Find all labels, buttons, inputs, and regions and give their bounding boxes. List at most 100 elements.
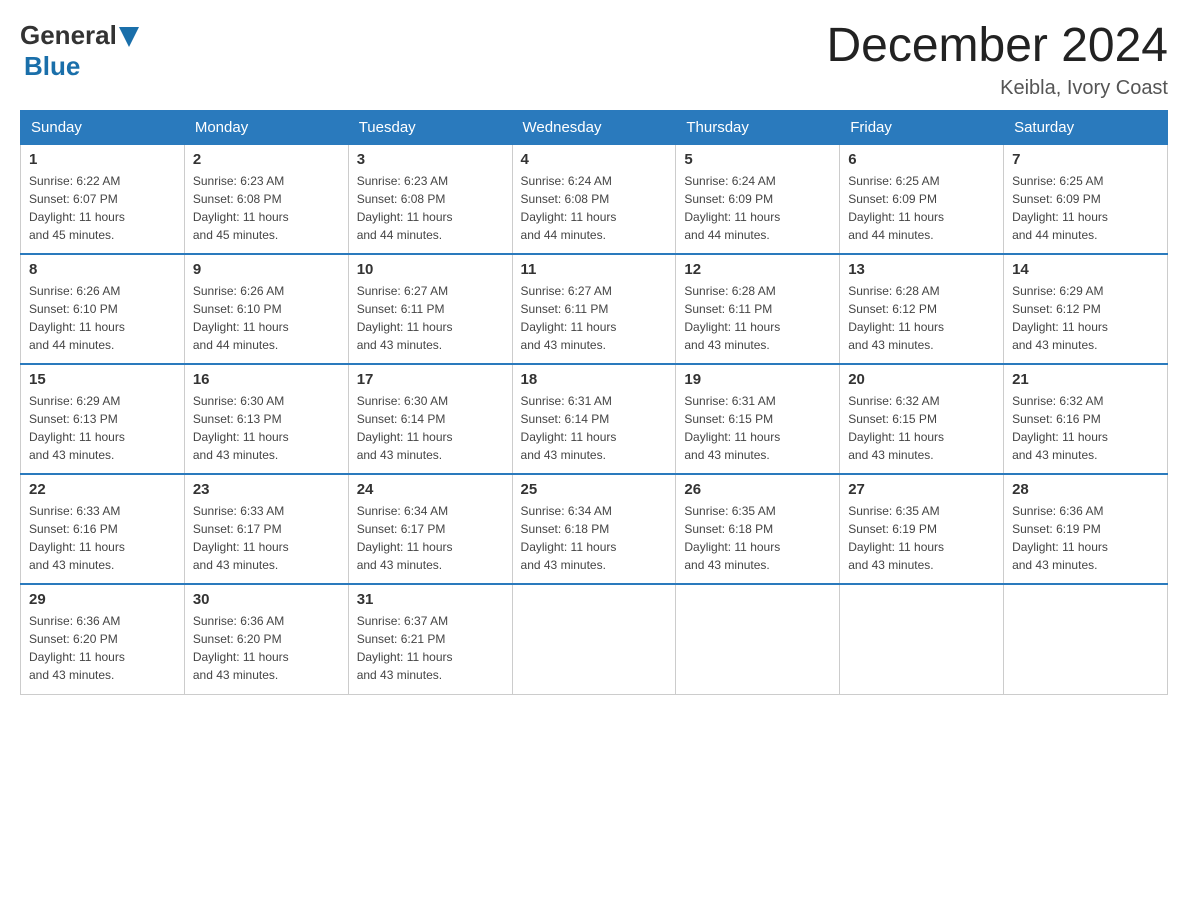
calendar-cell: 22Sunrise: 6:33 AMSunset: 6:16 PMDayligh…	[21, 474, 185, 584]
day-number: 19	[684, 371, 831, 388]
week-row-2: 8 Sunrise: 6:26 AMSunset: 6:10 PMDaylight…	[21, 254, 1168, 364]
calendar-cell: 10 Sunrise: 6:27 AMSunset: 6:11 PMDayligh…	[348, 254, 512, 364]
page-header: General Blue December 2024 Keibla, Ivory…	[20, 20, 1168, 100]
day-info: Sunrise: 6:35 AMSunset: 6:19 PMDaylight:…	[848, 502, 995, 574]
logo: General Blue	[20, 20, 139, 82]
day-info: Sunrise: 6:22 AMSunset: 6:07 PMDaylight:…	[29, 172, 176, 244]
day-number: 10	[357, 261, 504, 278]
day-info: Sunrise: 6:26 AMSunset: 6:10 PMDaylight:…	[29, 282, 176, 354]
logo-triangle-icon	[119, 27, 139, 47]
day-info: Sunrise: 6:25 AMSunset: 6:09 PMDaylight:…	[848, 172, 995, 244]
day-info: Sunrise: 6:24 AMSunset: 6:09 PMDaylight:…	[684, 172, 831, 244]
day-number: 6	[848, 151, 995, 168]
column-header-saturday: Saturday	[1004, 110, 1168, 144]
day-info: Sunrise: 6:33 AMSunset: 6:17 PMDaylight:…	[193, 502, 340, 574]
day-number: 1	[29, 151, 176, 168]
column-header-thursday: Thursday	[676, 110, 840, 144]
day-number: 9	[193, 261, 340, 278]
calendar-cell: 8 Sunrise: 6:26 AMSunset: 6:10 PMDaylight…	[21, 254, 185, 364]
calendar-cell: 27 Sunrise: 6:35 AMSunset: 6:19 PMDayligh…	[840, 474, 1004, 584]
day-number: 5	[684, 151, 831, 168]
day-number: 12	[684, 261, 831, 278]
calendar-cell: 11 Sunrise: 6:27 AMSunset: 6:11 PMDayligh…	[512, 254, 676, 364]
column-header-tuesday: Tuesday	[348, 110, 512, 144]
day-number: 30	[193, 591, 340, 608]
column-header-friday: Friday	[840, 110, 1004, 144]
calendar-cell: 13 Sunrise: 6:28 AMSunset: 6:12 PMDayligh…	[840, 254, 1004, 364]
day-info: Sunrise: 6:23 AMSunset: 6:08 PMDaylight:…	[193, 172, 340, 244]
calendar-cell: 2 Sunrise: 6:23 AMSunset: 6:08 PMDaylight…	[184, 144, 348, 254]
calendar-cell: 5 Sunrise: 6:24 AMSunset: 6:09 PMDaylight…	[676, 144, 840, 254]
day-info: Sunrise: 6:34 AMSunset: 6:18 PMDaylight:…	[521, 502, 668, 574]
day-info: Sunrise: 6:34 AMSunset: 6:17 PMDaylight:…	[357, 502, 504, 574]
day-info: Sunrise: 6:27 AMSunset: 6:11 PMDaylight:…	[357, 282, 504, 354]
calendar-cell: 19 Sunrise: 6:31 AMSunset: 6:15 PMDayligh…	[676, 364, 840, 474]
calendar-cell	[840, 584, 1004, 694]
calendar-table: SundayMondayTuesdayWednesdayThursdayFrid…	[20, 110, 1168, 695]
day-info: Sunrise: 6:25 AMSunset: 6:09 PMDaylight:…	[1012, 172, 1159, 244]
day-info: Sunrise: 6:29 AMSunset: 6:12 PMDaylight:…	[1012, 282, 1159, 354]
calendar-cell: 26Sunrise: 6:35 AMSunset: 6:18 PMDayligh…	[676, 474, 840, 584]
day-info: Sunrise: 6:36 AMSunset: 6:19 PMDaylight:…	[1012, 502, 1159, 574]
calendar-cell: 9 Sunrise: 6:26 AMSunset: 6:10 PMDaylight…	[184, 254, 348, 364]
day-info: Sunrise: 6:30 AMSunset: 6:13 PMDaylight:…	[193, 392, 340, 464]
day-number: 13	[848, 261, 995, 278]
month-title: December 2024	[826, 20, 1168, 73]
location: Keibla, Ivory Coast	[826, 77, 1168, 100]
day-number: 29	[29, 591, 176, 608]
day-info: Sunrise: 6:32 AMSunset: 6:15 PMDaylight:…	[848, 392, 995, 464]
calendar-cell: 14Sunrise: 6:29 AMSunset: 6:12 PMDayligh…	[1004, 254, 1168, 364]
calendar-cell: 20 Sunrise: 6:32 AMSunset: 6:15 PMDayligh…	[840, 364, 1004, 474]
day-info: Sunrise: 6:31 AMSunset: 6:14 PMDaylight:…	[521, 392, 668, 464]
calendar-cell: 30 Sunrise: 6:36 AMSunset: 6:20 PMDayligh…	[184, 584, 348, 694]
day-number: 31	[357, 591, 504, 608]
week-row-1: 1 Sunrise: 6:22 AMSunset: 6:07 PMDaylight…	[21, 144, 1168, 254]
day-info: Sunrise: 6:36 AMSunset: 6:20 PMDaylight:…	[193, 612, 340, 684]
day-info: Sunrise: 6:33 AMSunset: 6:16 PMDaylight:…	[29, 502, 176, 574]
day-info: Sunrise: 6:28 AMSunset: 6:12 PMDaylight:…	[848, 282, 995, 354]
calendar-cell	[1004, 584, 1168, 694]
calendar-header-row: SundayMondayTuesdayWednesdayThursdayFrid…	[21, 110, 1168, 144]
calendar-cell: 3Sunrise: 6:23 AMSunset: 6:08 PMDaylight…	[348, 144, 512, 254]
title-block: December 2024 Keibla, Ivory Coast	[826, 20, 1168, 100]
day-number: 8	[29, 261, 176, 278]
calendar-cell: 1 Sunrise: 6:22 AMSunset: 6:07 PMDaylight…	[21, 144, 185, 254]
column-header-wednesday: Wednesday	[512, 110, 676, 144]
day-info: Sunrise: 6:29 AMSunset: 6:13 PMDaylight:…	[29, 392, 176, 464]
day-number: 18	[521, 371, 668, 388]
logo-general-text: General	[20, 20, 117, 51]
day-number: 28	[1012, 481, 1159, 498]
calendar-cell	[676, 584, 840, 694]
column-header-monday: Monday	[184, 110, 348, 144]
day-number: 27	[848, 481, 995, 498]
day-info: Sunrise: 6:31 AMSunset: 6:15 PMDaylight:…	[684, 392, 831, 464]
day-info: Sunrise: 6:36 AMSunset: 6:20 PMDaylight:…	[29, 612, 176, 684]
calendar-cell: 25Sunrise: 6:34 AMSunset: 6:18 PMDayligh…	[512, 474, 676, 584]
calendar-cell: 29 Sunrise: 6:36 AMSunset: 6:20 PMDayligh…	[21, 584, 185, 694]
day-info: Sunrise: 6:27 AMSunset: 6:11 PMDaylight:…	[521, 282, 668, 354]
calendar-cell: 21Sunrise: 6:32 AMSunset: 6:16 PMDayligh…	[1004, 364, 1168, 474]
calendar-cell: 17Sunrise: 6:30 AMSunset: 6:14 PMDayligh…	[348, 364, 512, 474]
day-number: 11	[521, 261, 668, 278]
day-number: 20	[848, 371, 995, 388]
day-info: Sunrise: 6:26 AMSunset: 6:10 PMDaylight:…	[193, 282, 340, 354]
week-row-4: 22Sunrise: 6:33 AMSunset: 6:16 PMDayligh…	[21, 474, 1168, 584]
day-number: 7	[1012, 151, 1159, 168]
calendar-cell: 28 Sunrise: 6:36 AMSunset: 6:19 PMDayligh…	[1004, 474, 1168, 584]
day-number: 15	[29, 371, 176, 388]
column-header-sunday: Sunday	[21, 110, 185, 144]
day-info: Sunrise: 6:28 AMSunset: 6:11 PMDaylight:…	[684, 282, 831, 354]
day-number: 2	[193, 151, 340, 168]
week-row-3: 15 Sunrise: 6:29 AMSunset: 6:13 PMDayligh…	[21, 364, 1168, 474]
day-number: 24	[357, 481, 504, 498]
day-info: Sunrise: 6:23 AMSunset: 6:08 PMDaylight:…	[357, 172, 504, 244]
day-info: Sunrise: 6:32 AMSunset: 6:16 PMDaylight:…	[1012, 392, 1159, 464]
day-info: Sunrise: 6:35 AMSunset: 6:18 PMDaylight:…	[684, 502, 831, 574]
calendar-cell: 15 Sunrise: 6:29 AMSunset: 6:13 PMDayligh…	[21, 364, 185, 474]
calendar-cell: 31Sunrise: 6:37 AMSunset: 6:21 PMDayligh…	[348, 584, 512, 694]
day-number: 23	[193, 481, 340, 498]
day-info: Sunrise: 6:24 AMSunset: 6:08 PMDaylight:…	[521, 172, 668, 244]
logo-blue-text: Blue	[24, 51, 80, 81]
calendar-cell: 18 Sunrise: 6:31 AMSunset: 6:14 PMDayligh…	[512, 364, 676, 474]
calendar-cell: 6 Sunrise: 6:25 AMSunset: 6:09 PMDaylight…	[840, 144, 1004, 254]
